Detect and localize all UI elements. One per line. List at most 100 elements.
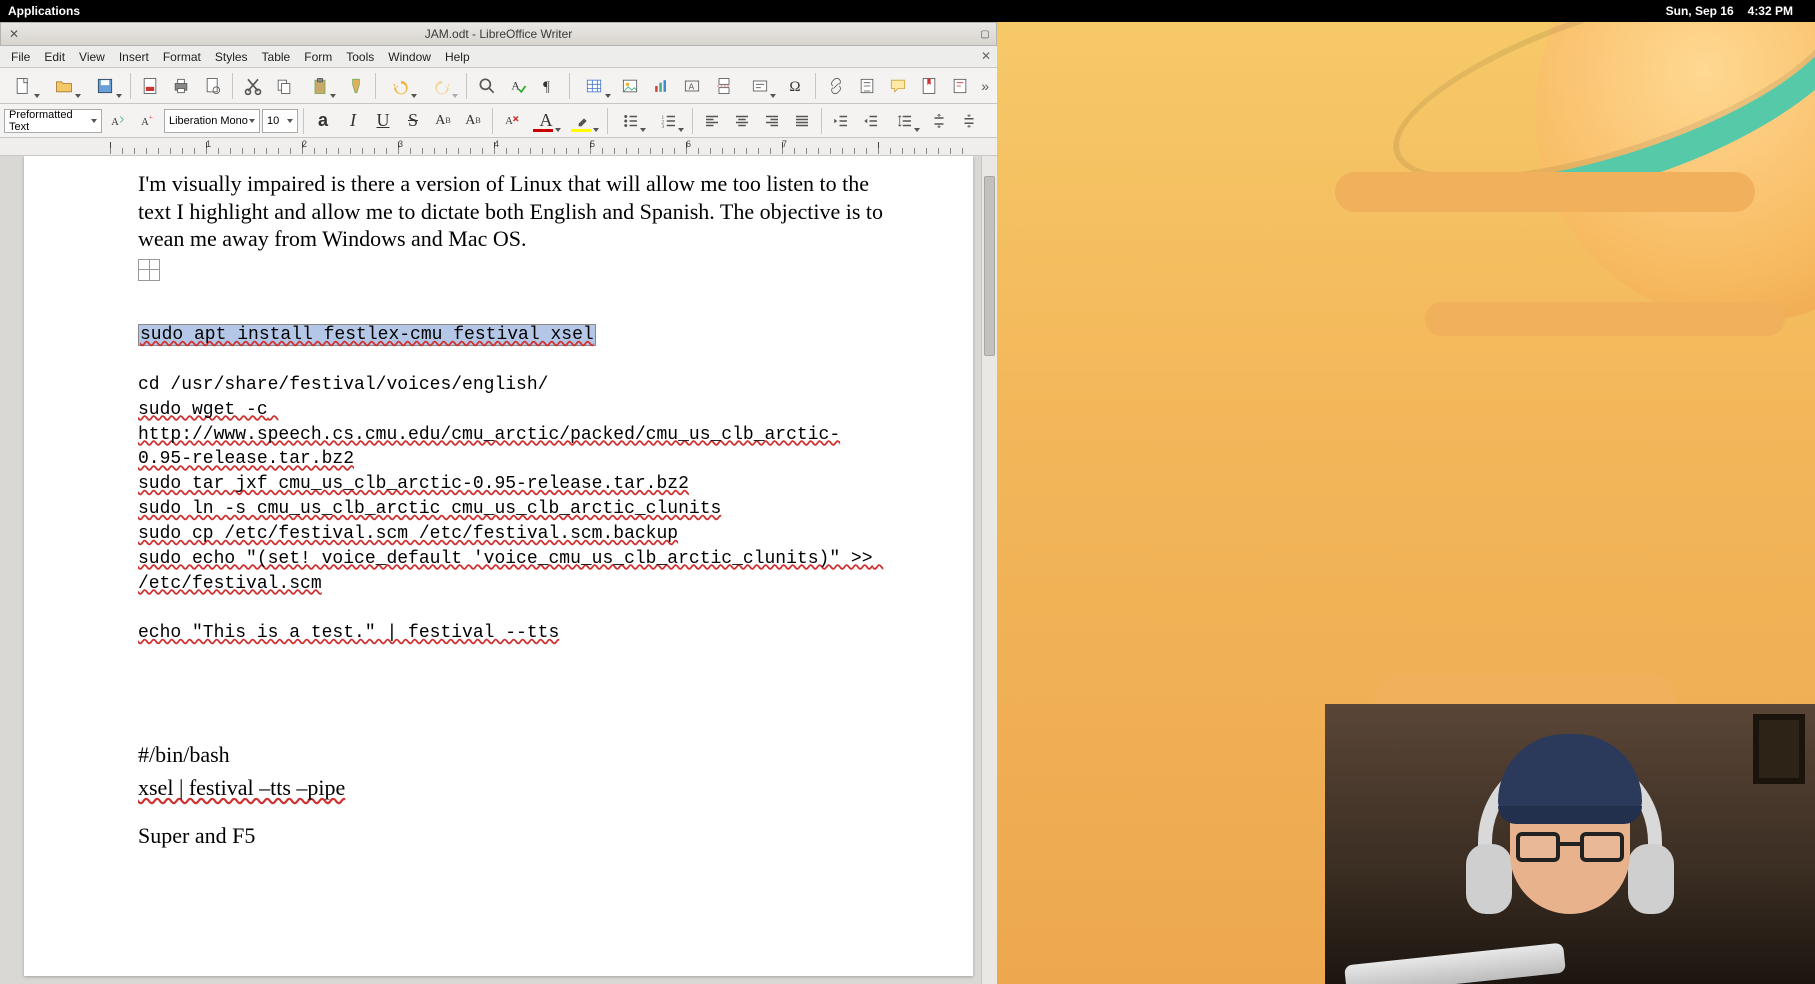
- font-name-combo[interactable]: Liberation Mono: [164, 109, 260, 133]
- insert-image-button[interactable]: [616, 71, 645, 101]
- insert-bookmark-button[interactable]: [915, 71, 944, 101]
- decrease-indent-button[interactable]: [857, 107, 885, 135]
- menu-styles[interactable]: Styles: [208, 48, 255, 66]
- increase-indent-button[interactable]: [827, 107, 855, 135]
- wallpaper-cloud-icon: [1425, 302, 1785, 336]
- line-spacing-button[interactable]: [887, 107, 923, 135]
- menu-view[interactable]: View: [72, 48, 112, 66]
- code-line[interactable]: echo "This is a test." | festival --tts: [138, 623, 559, 643]
- strikethrough-button[interactable]: S: [399, 107, 427, 135]
- wallpaper-cloud-icon: [1335, 172, 1755, 212]
- font-size-combo[interactable]: 10: [262, 109, 298, 133]
- cut-button[interactable]: [238, 71, 267, 101]
- highlight-color-button[interactable]: [566, 107, 602, 135]
- window-titlebar[interactable]: ✕ JAM.odt - LibreOffice Writer ▢: [0, 22, 997, 46]
- svg-text:+: +: [149, 112, 153, 121]
- insert-footnote-button[interactable]: [852, 71, 881, 101]
- superscript-button[interactable]: AB: [429, 107, 457, 135]
- bullet-list-button[interactable]: [613, 107, 649, 135]
- webcam-overlay: [1325, 704, 1815, 984]
- vertical-scrollbar[interactable]: [981, 156, 997, 984]
- shortcut-line[interactable]: Super and F5: [138, 822, 893, 850]
- table-anchor-icon[interactable]: [138, 259, 160, 281]
- script-line[interactable]: xsel | festival –tts –pipe: [138, 774, 893, 802]
- spellcheck-button[interactable]: A: [503, 71, 532, 101]
- insert-textbox-button[interactable]: A: [678, 71, 707, 101]
- paragraph-style-combo[interactable]: Preformatted Text: [4, 109, 102, 133]
- align-justify-button[interactable]: [788, 107, 816, 135]
- numbered-list-button[interactable]: 123: [651, 107, 687, 135]
- menu-help[interactable]: Help: [438, 48, 477, 66]
- code-line[interactable]: sudo tar jxf cmu_us_clb_arctic-0.95-rele…: [138, 474, 689, 494]
- code-line[interactable]: sudo echo "(set! voice_default 'voice_cm…: [138, 549, 883, 594]
- highlighted-command[interactable]: sudo apt install festlex-cmu festival xs…: [138, 324, 596, 346]
- horizontal-ruler[interactable]: 1 2 3 4 5 6 7: [0, 138, 997, 156]
- svg-text:A: A: [689, 81, 695, 91]
- insert-chart-button[interactable]: [647, 71, 676, 101]
- menu-window[interactable]: Window: [381, 48, 438, 66]
- find-replace-button[interactable]: [472, 71, 501, 101]
- applications-menu[interactable]: Applications: [8, 4, 80, 18]
- save-button[interactable]: [86, 71, 125, 101]
- clear-formatting-button[interactable]: A: [498, 107, 526, 135]
- code-line[interactable]: sudo cp /etc/festival.scm /etc/festival.…: [138, 524, 678, 544]
- bold-button[interactable]: a: [309, 107, 337, 135]
- document-close-button[interactable]: ✕: [981, 49, 991, 63]
- italic-button[interactable]: I: [339, 107, 367, 135]
- picture-frame-icon: [1753, 714, 1805, 784]
- toolbar-overflow-button[interactable]: »: [977, 78, 993, 94]
- print-preview-button[interactable]: [198, 71, 227, 101]
- insert-pagebreak-button[interactable]: [709, 71, 738, 101]
- subscript-button[interactable]: AB: [459, 107, 487, 135]
- ruler-tick-7: 7: [782, 139, 787, 149]
- mic-arm-icon: [1344, 943, 1566, 984]
- insert-field-button[interactable]: [740, 71, 779, 101]
- clone-formatting-button[interactable]: [341, 71, 370, 101]
- code-line[interactable]: cd /usr/share/festival/voices/english/: [138, 375, 548, 395]
- align-left-button[interactable]: [698, 107, 726, 135]
- insert-special-char-button[interactable]: Ω: [781, 71, 810, 101]
- open-button[interactable]: [45, 71, 84, 101]
- update-style-button[interactable]: A: [104, 107, 132, 135]
- code-block[interactable]: sudo apt install festlex-cmu festival xs…: [138, 299, 893, 671]
- window-close-button[interactable]: ✕: [7, 27, 21, 41]
- window-maximize-button[interactable]: ▢: [978, 27, 992, 41]
- formatting-toolbar: Preformatted Text A A+ Liberation Mono 1…: [0, 104, 997, 138]
- font-color-button[interactable]: A: [528, 107, 564, 135]
- scrollbar-thumb[interactable]: [984, 176, 995, 356]
- document-page[interactable]: I'm visually impaired is there a version…: [24, 156, 973, 976]
- menu-file[interactable]: File: [4, 48, 37, 66]
- intro-paragraph[interactable]: I'm visually impaired is there a version…: [138, 170, 893, 253]
- system-date: Sun, Sep 16: [1666, 4, 1734, 18]
- menu-tools[interactable]: Tools: [339, 48, 381, 66]
- ruler-tick-5: 5: [590, 139, 595, 149]
- decrease-para-spacing-button[interactable]: [955, 107, 983, 135]
- code-line[interactable]: sudo wget -c http://www.speech.cs.cmu.ed…: [138, 400, 840, 470]
- menu-edit[interactable]: Edit: [37, 48, 72, 66]
- underline-button[interactable]: U: [369, 107, 397, 135]
- redo-button[interactable]: [422, 71, 461, 101]
- insert-table-button[interactable]: [575, 71, 614, 101]
- align-center-button[interactable]: [728, 107, 756, 135]
- desktop-wallpaper: [997, 22, 1815, 984]
- insert-comment-button[interactable]: [884, 71, 913, 101]
- menu-form[interactable]: Form: [297, 48, 339, 66]
- new-style-button[interactable]: A+: [134, 107, 162, 135]
- export-pdf-button[interactable]: [136, 71, 165, 101]
- paste-button[interactable]: [300, 71, 339, 101]
- align-right-button[interactable]: [758, 107, 786, 135]
- script-header[interactable]: #/bin/bash: [138, 741, 893, 769]
- menu-insert[interactable]: Insert: [112, 48, 156, 66]
- menu-table[interactable]: Table: [255, 48, 298, 66]
- track-changes-button[interactable]: [946, 71, 975, 101]
- print-button[interactable]: [167, 71, 196, 101]
- increase-para-spacing-button[interactable]: [925, 107, 953, 135]
- insert-hyperlink-button[interactable]: [821, 71, 850, 101]
- svg-text:A: A: [111, 116, 119, 127]
- code-line[interactable]: sudo ln -s cmu_us_clb_arctic cmu_us_clb_…: [138, 499, 721, 519]
- undo-button[interactable]: [381, 71, 420, 101]
- formatting-marks-button[interactable]: ¶: [535, 71, 564, 101]
- copy-button[interactable]: [269, 71, 298, 101]
- new-document-button[interactable]: [4, 71, 43, 101]
- menu-format[interactable]: Format: [156, 48, 208, 66]
